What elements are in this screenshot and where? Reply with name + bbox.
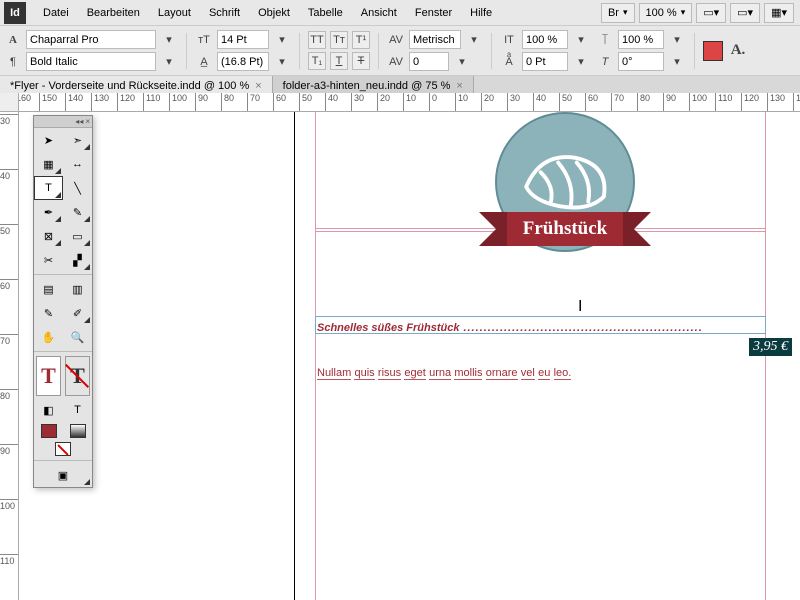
baseline-icon: Aͣ: [500, 53, 518, 71]
view-mode-button[interactable]: ▭▾: [696, 3, 726, 23]
dropdown-icon[interactable]: ▾: [160, 31, 178, 49]
breakfast-badge[interactable]: Frühstück: [470, 112, 660, 246]
pencil-tool[interactable]: ✎: [63, 200, 92, 224]
ruler-origin[interactable]: [0, 93, 19, 112]
menu-schrift[interactable]: Schrift: [200, 3, 249, 23]
gradient-feather-tool[interactable]: ▥: [63, 277, 92, 301]
menu-bearbeiten[interactable]: Bearbeiten: [78, 3, 149, 23]
kerning[interactable]: [409, 30, 461, 49]
screen-mode-button[interactable]: ▭▾: [730, 3, 760, 23]
leading[interactable]: [217, 52, 269, 71]
vscale[interactable]: [522, 30, 568, 49]
vertical-ruler[interactable]: 30405060708090100110: [0, 112, 19, 600]
underline-button[interactable]: T: [330, 52, 348, 70]
stroke-formatting[interactable]: T: [65, 356, 90, 396]
note-tool[interactable]: ✎: [34, 301, 63, 325]
smallcaps-button[interactable]: Tᴛ: [330, 31, 348, 49]
menu-layout[interactable]: Layout: [149, 3, 200, 23]
scissors-tool[interactable]: ✂: [34, 248, 63, 272]
bridge-button[interactable]: Br▾: [601, 3, 635, 23]
rectangle-tool[interactable]: ▭: [63, 224, 92, 248]
allcaps-button[interactable]: TT: [308, 31, 326, 49]
char-style-icon[interactable]: A.: [729, 42, 747, 60]
hscale[interactable]: [618, 30, 664, 49]
apply-none[interactable]: [34, 440, 92, 458]
strike-button[interactable]: T: [352, 52, 370, 70]
font-size-icon: тT: [195, 31, 213, 49]
pen-tool[interactable]: ✒: [34, 200, 63, 224]
gap-tool[interactable]: ↔: [63, 152, 92, 176]
horizontal-ruler[interactable]: 1601501401301201101009080706050403020100…: [19, 93, 800, 112]
view-mode-normal[interactable]: ▣: [34, 463, 92, 487]
vscale-icon: IT: [500, 31, 518, 49]
skew-icon: T: [596, 53, 614, 71]
close-tab-icon[interactable]: ×: [255, 80, 261, 92]
menu-hilfe[interactable]: Hilfe: [461, 3, 501, 23]
apply-gradient[interactable]: [63, 422, 92, 440]
menu-ansicht[interactable]: Ansicht: [352, 3, 406, 23]
zoom-level[interactable]: 100 %▾: [639, 3, 693, 23]
apply-color[interactable]: [34, 422, 63, 440]
tracking[interactable]: [409, 52, 449, 71]
formatting-container[interactable]: ◧: [34, 398, 63, 422]
rectangle-frame-tool[interactable]: ⊠: [34, 224, 63, 248]
item-price[interactable]: 3,95 €: [749, 338, 792, 356]
selection-tool[interactable]: ➤: [34, 128, 63, 152]
kerning-icon: A͏V: [387, 31, 405, 49]
baseline-shift[interactable]: [522, 52, 568, 71]
eyedropper-tool[interactable]: ✐: [63, 301, 92, 325]
gradient-swatch-tool[interactable]: ▤: [34, 277, 63, 301]
zoom-tool[interactable]: 🔍: [63, 325, 92, 349]
hscale-icon: ꓄: [596, 31, 614, 49]
formatting-text[interactable]: T: [63, 398, 92, 422]
dropdown-icon[interactable]: ▾: [160, 53, 178, 71]
page-tool[interactable]: ▦: [34, 152, 63, 176]
fill-color-swatch[interactable]: [703, 41, 723, 61]
char-format-icon: A: [4, 31, 22, 49]
toolbox-panel[interactable]: ◂◂× ➤ ➣ ▦ ↔ T ╲ ✒ ✎ ⊠ ▭ ✂ ▞ ▤ ▥ ✎ ✐ ✋ 🔍 …: [33, 115, 93, 488]
menu-datei[interactable]: Datei: [34, 3, 78, 23]
close-icon[interactable]: ×: [85, 117, 90, 126]
para-format-icon: ¶: [4, 53, 22, 71]
menu-objekt[interactable]: Objekt: [249, 3, 299, 23]
font-size[interactable]: [217, 30, 269, 49]
close-tab-icon[interactable]: ×: [456, 80, 462, 92]
badge-label: Frühstück: [507, 212, 623, 246]
menu-fenster[interactable]: Fenster: [406, 3, 461, 23]
superscript-button[interactable]: T¹: [352, 31, 370, 49]
subscript-button[interactable]: T₁: [308, 52, 326, 70]
text-cursor-icon: I: [578, 298, 582, 316]
font-family-select[interactable]: [26, 30, 156, 49]
hand-tool[interactable]: ✋: [34, 325, 63, 349]
direct-selection-tool[interactable]: ➣: [63, 128, 92, 152]
item-heading[interactable]: Schnelles süßes Frühstück ..............…: [317, 318, 703, 336]
free-transform-tool[interactable]: ▞: [63, 248, 92, 272]
leading-icon: A̲: [195, 53, 213, 71]
type-tool[interactable]: T: [34, 176, 63, 200]
font-style-select[interactable]: [26, 52, 156, 71]
tracking-icon: AV: [387, 53, 405, 71]
collapse-icon[interactable]: ◂◂: [75, 117, 83, 126]
line-tool[interactable]: ╲: [63, 176, 92, 200]
menu-tabelle[interactable]: Tabelle: [299, 3, 352, 23]
arrange-button[interactable]: ▦▾: [764, 3, 794, 23]
skew[interactable]: [618, 52, 664, 71]
fill-formatting[interactable]: T: [36, 356, 61, 396]
canvas[interactable]: Frühstück Schnelles süßes Frühstück ....…: [19, 112, 800, 600]
page[interactable]: Frühstück Schnelles süßes Frühstück ....…: [294, 112, 800, 600]
app-logo: Id: [4, 2, 26, 24]
item-body[interactable]: Nullam quis risus eget urna mollis ornar…: [317, 364, 571, 380]
